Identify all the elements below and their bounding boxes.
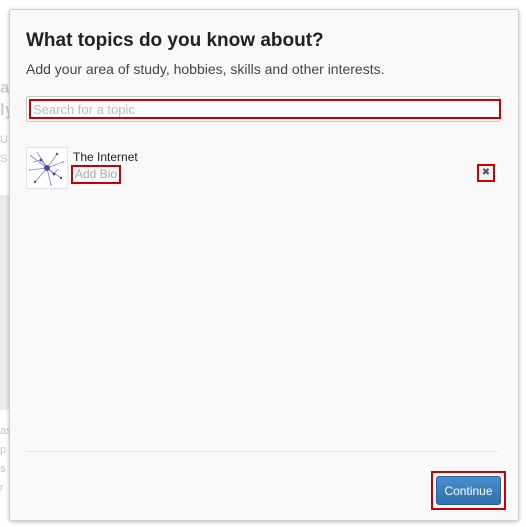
continue-button-frame: Continue [431, 471, 506, 510]
search-box [26, 96, 501, 122]
topics-dialog: What topics do you know about? Add your … [9, 9, 519, 521]
topic-search-input[interactable] [29, 99, 501, 119]
background-text: s [0, 463, 6, 475]
footer-divider [26, 451, 498, 452]
dialog-subtitle: Add your area of study, hobbies, skills … [26, 61, 385, 77]
dialog-title: What topics do you know about? [26, 30, 324, 51]
topic-row: The Internet Add Bio ✖ [26, 147, 498, 191]
add-bio-link[interactable]: Add Bio [71, 165, 122, 184]
background-text: S [0, 153, 8, 165]
topic-name: The Internet [73, 150, 138, 164]
close-icon: ✖ [481, 167, 491, 178]
internet-map-icon [26, 147, 68, 189]
remove-topic-button[interactable]: ✖ [477, 164, 495, 182]
background-text: p [0, 444, 7, 456]
continue-button[interactable]: Continue [436, 476, 501, 505]
background-text: r [0, 482, 4, 494]
